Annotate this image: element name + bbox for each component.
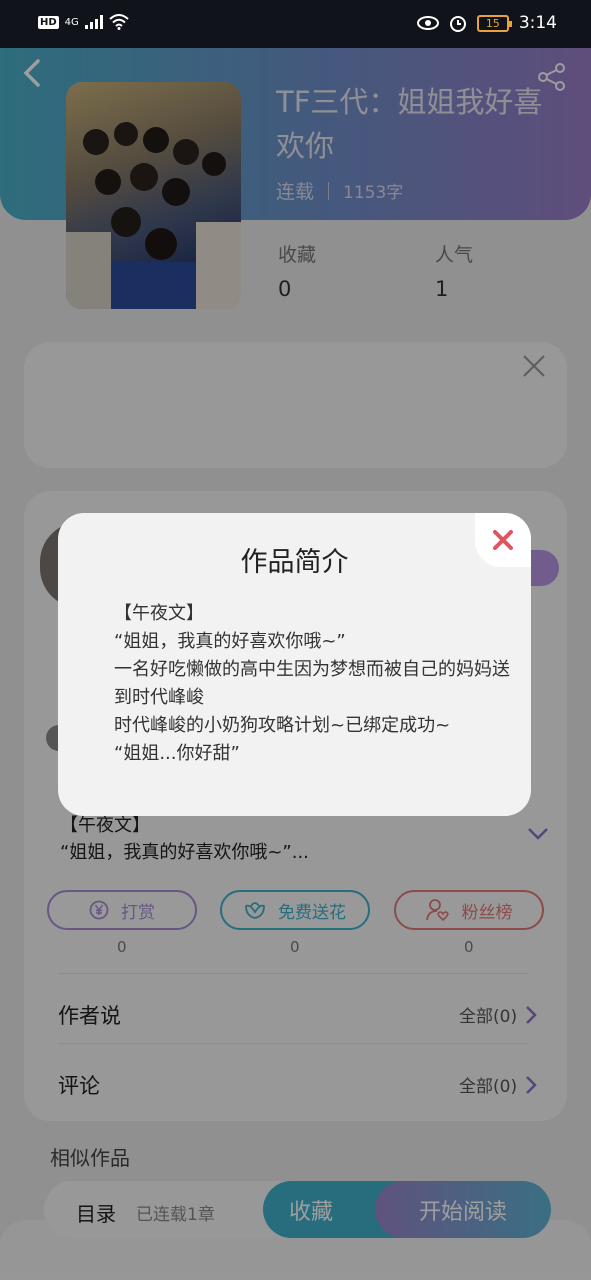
clock: 3:14	[518, 13, 557, 33]
alarm-icon	[449, 16, 466, 32]
signal-icon	[84, 15, 103, 29]
hd-badge: HD	[38, 15, 59, 29]
network-label: 4G	[64, 16, 79, 28]
modal-title: 作品简介	[240, 547, 349, 578]
modal-synopsis-text: 【午夜文】 “姐姐，我真的好喜欢你哦~” 一名好吃懒做的高中生因为梦想而被自己的…	[114, 603, 510, 764]
battery-level: 15	[485, 16, 500, 30]
battery-icon: 15	[476, 14, 512, 32]
status-bar: HD 4G 15 3:14	[0, 0, 591, 48]
eye-icon	[416, 16, 439, 30]
wifi-icon	[109, 14, 129, 30]
